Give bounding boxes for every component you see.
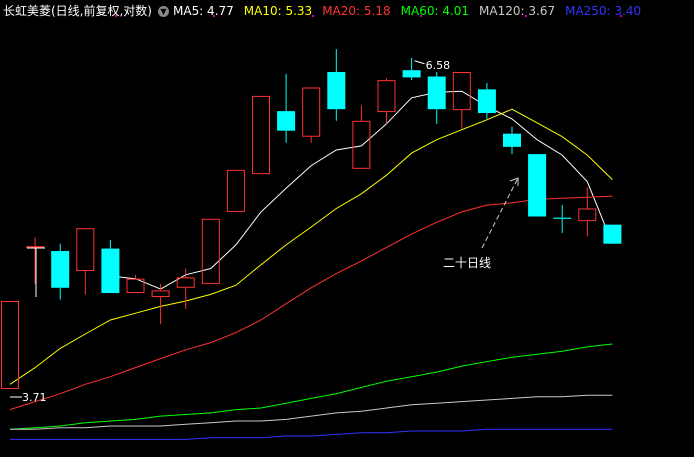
candle-body bbox=[327, 71, 346, 110]
candle-body bbox=[352, 120, 371, 169]
ma120-line bbox=[10, 394, 613, 430]
candle-1 bbox=[26, 237, 45, 284]
high-price-label: 6.58 bbox=[426, 59, 451, 72]
candle-body bbox=[226, 169, 245, 212]
ma20-line bbox=[9, 195, 613, 411]
candle-20 bbox=[503, 126, 521, 155]
annotations: 6.58 3.71 二十日线 bbox=[10, 59, 519, 404]
candle-body bbox=[402, 70, 421, 78]
candle-21 bbox=[528, 154, 547, 217]
moving-average-lines bbox=[9, 90, 613, 440]
top-dot-0 bbox=[115, 15, 117, 17]
candle-10 bbox=[252, 95, 270, 175]
candle-16 bbox=[402, 57, 421, 81]
candle-23 bbox=[578, 187, 597, 237]
candle-body bbox=[503, 133, 521, 147]
candle-18 bbox=[452, 71, 471, 129]
candle-14 bbox=[352, 105, 371, 169]
top-dot-1 bbox=[213, 15, 215, 17]
top-dot-2 bbox=[312, 15, 314, 17]
candle-body bbox=[51, 251, 70, 288]
top-dot-4 bbox=[525, 15, 527, 17]
ma250-line bbox=[10, 428, 613, 440]
candle-19 bbox=[477, 82, 496, 119]
candle-24 bbox=[603, 224, 622, 244]
candle-8 bbox=[201, 218, 220, 284]
candle-body bbox=[76, 228, 95, 272]
top-dot-5 bbox=[620, 15, 622, 17]
candle-body bbox=[1, 301, 19, 389]
top-marker-dots bbox=[115, 15, 622, 17]
candle-11 bbox=[277, 73, 296, 143]
candle-body bbox=[277, 111, 296, 131]
candle-7 bbox=[176, 268, 195, 310]
candle-0 bbox=[1, 301, 19, 389]
ma20-callout-line bbox=[481, 177, 519, 249]
ma20-callout-label: 二十日线 bbox=[443, 256, 491, 270]
candle-22 bbox=[553, 205, 572, 233]
candle-body bbox=[603, 224, 622, 244]
high-arrow bbox=[414, 60, 425, 65]
candle-2 bbox=[51, 243, 70, 300]
candle-body bbox=[252, 95, 270, 175]
candle-body bbox=[201, 218, 220, 284]
candle-12 bbox=[302, 87, 321, 143]
candle-body bbox=[553, 217, 572, 219]
candle-body bbox=[477, 89, 496, 114]
candle-body bbox=[427, 76, 446, 110]
top-dot-3 bbox=[420, 15, 422, 17]
candle-body bbox=[528, 154, 547, 217]
candle-3 bbox=[76, 228, 95, 295]
candle-17 bbox=[427, 71, 446, 124]
candle-body bbox=[151, 290, 170, 298]
candle-body bbox=[101, 248, 120, 294]
candle-4 bbox=[101, 240, 120, 294]
candles bbox=[1, 49, 622, 389]
candle-9 bbox=[226, 169, 245, 212]
candlestick-chart: 6.58 3.71 二十日线 bbox=[1, 15, 622, 440]
low-price-label: 3.71 bbox=[22, 391, 47, 404]
candle-5 bbox=[126, 274, 145, 294]
ma20-callout-arrowhead bbox=[509, 177, 519, 186]
ma10-line bbox=[9, 108, 613, 385]
candle-6 bbox=[151, 283, 170, 325]
candle-body bbox=[176, 277, 195, 288]
candle-body bbox=[377, 80, 396, 113]
candle-body bbox=[26, 246, 45, 248]
candle-body bbox=[302, 87, 321, 137]
candle-body bbox=[578, 208, 597, 222]
candle-13 bbox=[327, 49, 346, 121]
